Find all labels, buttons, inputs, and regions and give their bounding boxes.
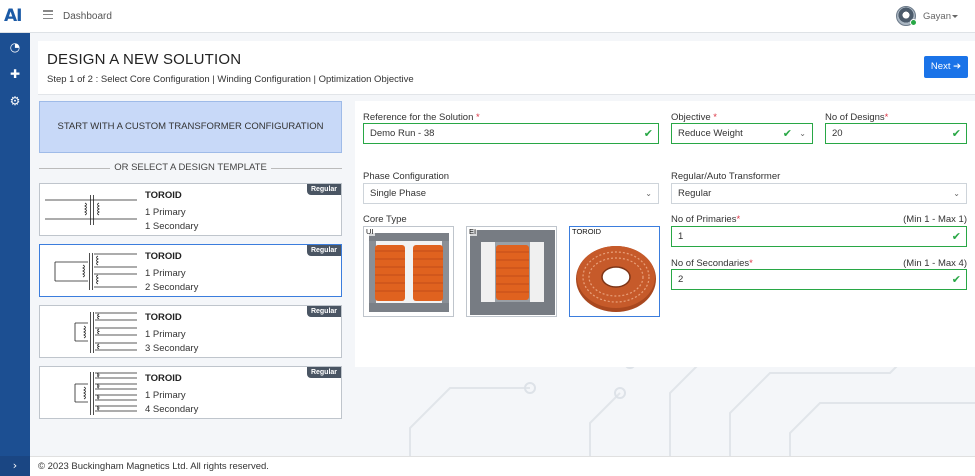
- hamburger-menu-icon[interactable]: [43, 10, 53, 20]
- main-content: DESIGN A NEW SOLUTION Step 1 of 2 : Sele…: [30, 33, 975, 456]
- chevron-down-icon: ⌄: [645, 189, 652, 198]
- ui-core-image: [369, 233, 449, 312]
- regular-auto-select[interactable]: Regular ⌄: [671, 183, 967, 204]
- chevron-down-icon: ⌄: [953, 189, 960, 198]
- ei-core-image: [470, 230, 555, 315]
- no-of-secondaries-label: No of Secondaries*: [671, 258, 753, 269]
- or-select-label: OR SELECT A DESIGN TEMPLATE: [110, 162, 271, 173]
- dashboard-gauge-icon[interactable]: ◔: [5, 39, 25, 55]
- valid-check-icon: ✔: [951, 230, 961, 243]
- app-logo[interactable]: AI: [4, 5, 26, 27]
- objective-select[interactable]: Reduce Weight ✔ ⌄: [671, 123, 813, 144]
- objective-label: Objective *: [671, 112, 717, 123]
- template-name: TOROID: [145, 251, 182, 262]
- phase-configuration-select[interactable]: Single Phase ⌄: [363, 183, 659, 204]
- top-navbar: AI Dashboard Gayan: [0, 0, 975, 33]
- core-label-ui: UI: [365, 227, 375, 236]
- copyright-text: © 2023 Buckingham Magnetics Ltd. All rig…: [38, 461, 269, 472]
- footer: © 2023 Buckingham Magnetics Ltd. All rig…: [30, 456, 975, 476]
- template-name: TOROID: [145, 190, 182, 201]
- plus-icon[interactable]: ✚: [5, 66, 25, 82]
- template-card[interactable]: TOROID 1 Primary 1 Secondary Regular: [39, 183, 342, 236]
- sidebar-expand-icon[interactable]: ›: [0, 456, 30, 476]
- gear-settings-icon[interactable]: ⚙: [5, 93, 25, 109]
- template-divider: OR SELECT A DESIGN TEMPLATE: [39, 162, 342, 174]
- no-of-designs-input[interactable]: 20 ✔: [825, 123, 967, 144]
- core-label-toroid: TOROID: [571, 227, 603, 236]
- template-primary-count: 1 Primary: [145, 268, 186, 279]
- logo-text: AI: [4, 6, 23, 26]
- template-badge: Regular: [306, 184, 341, 195]
- next-button[interactable]: Next ➔: [924, 56, 968, 78]
- reference-input[interactable]: Demo Run - 38 ✔: [363, 123, 659, 144]
- template-primary-count: 1 Primary: [145, 390, 186, 401]
- secondaries-range-hint: (Min 1 - Max 4): [903, 258, 967, 269]
- reference-label: Reference for the Solution *: [363, 112, 480, 123]
- template-badge: Regular: [306, 245, 341, 256]
- transformer-schematic-icon: [74, 372, 137, 415]
- no-of-designs-label: No of Designs*: [825, 112, 889, 123]
- valid-check-icon: ✔: [951, 127, 961, 140]
- core-type-label: Core Type: [363, 214, 407, 225]
- custom-configuration-button[interactable]: START WITH A CUSTOM TRANSFORMER CONFIGUR…: [39, 101, 342, 153]
- template-card[interactable]: TOROID 1 Primary 4 Secondary Regular: [39, 366, 342, 419]
- user-menu-caret-icon[interactable]: [952, 15, 958, 18]
- valid-check-icon: ✔: [782, 127, 792, 140]
- transformer-schematic-icon: [54, 253, 137, 290]
- core-label-ei: EI: [468, 227, 478, 236]
- template-secondary-count: 3 Secondary: [145, 343, 199, 354]
- no-of-primaries-input[interactable]: 1 ✔: [671, 226, 967, 247]
- template-badge: Regular: [306, 306, 341, 317]
- template-primary-count: 1 Primary: [145, 207, 186, 218]
- core-option-ui[interactable]: UI: [363, 226, 454, 317]
- template-secondary-count: 2 Secondary: [145, 282, 199, 293]
- template-name: TOROID: [145, 312, 182, 323]
- template-card[interactable]: TOROID 1 Primary 3 Secondary Regular: [39, 305, 342, 358]
- next-button-label: Next: [930, 61, 951, 72]
- page-header: DESIGN A NEW SOLUTION Step 1 of 2 : Sele…: [38, 41, 975, 95]
- template-card-selected[interactable]: TOROID 1 Primary 2 Secondary Regular: [39, 244, 342, 297]
- template-secondary-count: 4 Secondary: [145, 404, 199, 415]
- arrow-right-icon: ➔: [953, 61, 962, 72]
- core-option-ei[interactable]: EI: [466, 226, 557, 317]
- user-name[interactable]: Gayan: [923, 11, 951, 22]
- toroid-core-image: [576, 246, 656, 312]
- template-name: TOROID: [145, 373, 182, 384]
- template-secondary-count: 1 Secondary: [145, 221, 199, 232]
- no-of-secondaries-input[interactable]: 2 ✔: [671, 269, 967, 290]
- template-badge: Regular: [306, 367, 341, 378]
- primaries-range-hint: (Min 1 - Max 1): [903, 214, 967, 225]
- page-title: DESIGN A NEW SOLUTION: [47, 51, 242, 68]
- user-avatar[interactable]: [896, 6, 917, 26]
- page-subtitle: Step 1 of 2 : Select Core Configuration …: [47, 74, 414, 85]
- no-of-primaries-label: No of Primaries*: [671, 214, 741, 225]
- transformer-schematic-icon: [74, 312, 137, 353]
- phase-configuration-label: Phase Configuration: [363, 171, 450, 182]
- valid-check-icon: ✔: [951, 273, 961, 286]
- core-option-toroid[interactable]: TOROID: [569, 226, 660, 317]
- online-status-icon: [910, 19, 917, 26]
- chevron-down-icon: ⌄: [799, 129, 806, 138]
- breadcrumb-dashboard[interactable]: Dashboard: [63, 11, 112, 22]
- valid-check-icon: ✔: [643, 127, 653, 140]
- sidebar: ◔ ✚ ⚙ ›: [0, 33, 30, 476]
- regular-auto-label: Regular/Auto Transformer: [671, 171, 781, 182]
- transformer-schematic-icon: [45, 195, 137, 225]
- template-primary-count: 1 Primary: [145, 329, 186, 340]
